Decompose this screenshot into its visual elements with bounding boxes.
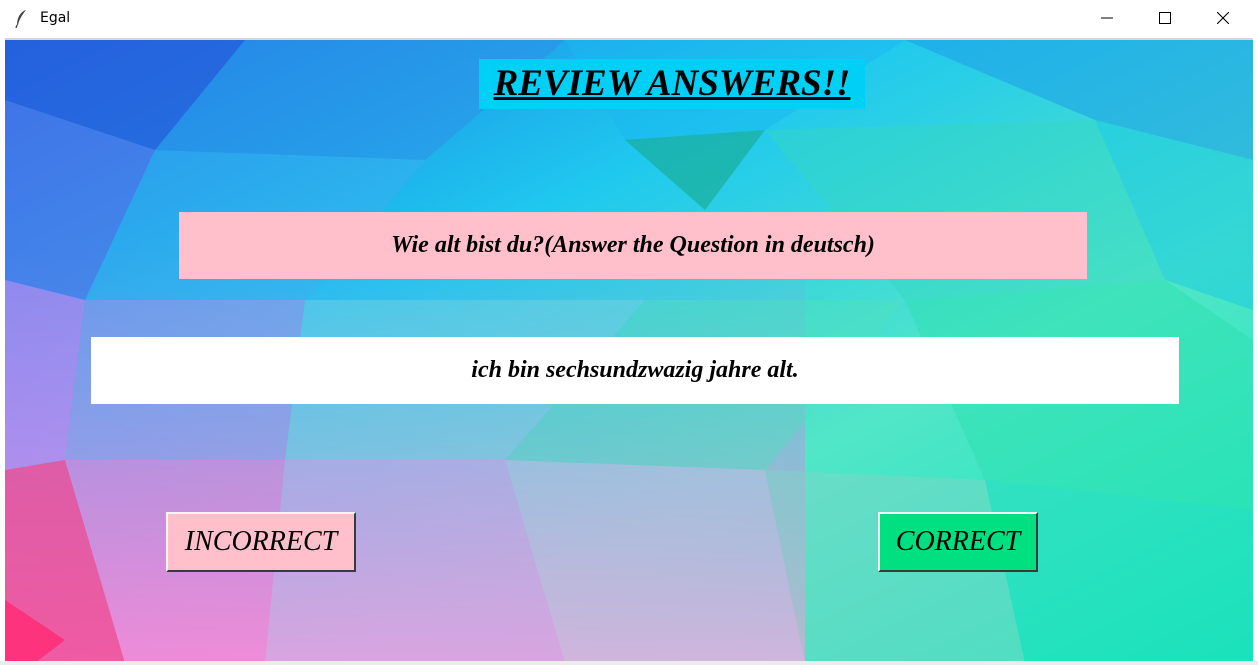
window-title: Egal <box>40 10 71 26</box>
page-title: REVIEW ANSWERS!! <box>479 59 865 109</box>
maximize-icon <box>1159 12 1171 24</box>
maximize-button[interactable] <box>1136 0 1194 36</box>
incorrect-button[interactable]: INCORRECT <box>166 512 356 572</box>
correct-button[interactable]: CORRECT <box>878 512 1038 572</box>
title-bar[interactable]: Egal <box>0 0 1258 38</box>
feather-icon <box>14 9 30 29</box>
app-window: REVIEW ANSWERS!! Wie alt bist du?(Answer… <box>5 38 1253 661</box>
close-icon <box>1217 12 1229 24</box>
minimize-button[interactable] <box>1078 0 1136 36</box>
question-label: Wie alt bist du?(Answer the Question in … <box>179 212 1087 279</box>
close-button[interactable] <box>1194 0 1252 36</box>
answer-label: ich bin sechsundzwazig jahre alt. <box>91 337 1179 404</box>
window-bottom-edge <box>0 661 1258 665</box>
minimize-icon <box>1101 17 1113 19</box>
